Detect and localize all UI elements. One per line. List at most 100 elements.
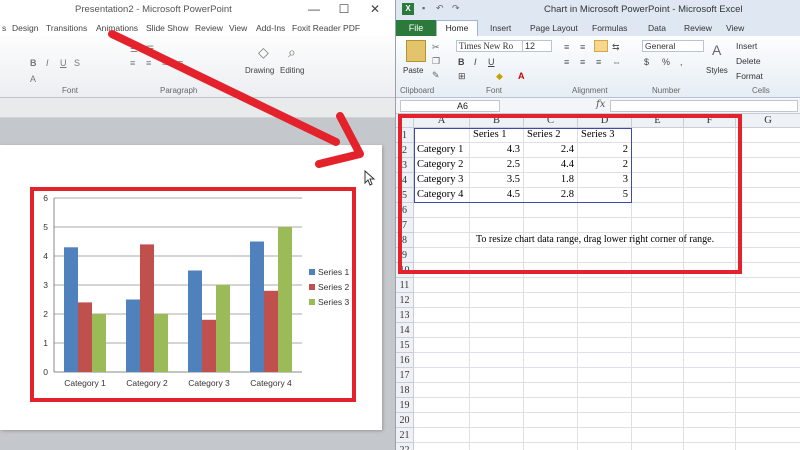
cell-a21[interactable]: [414, 428, 470, 443]
cell-d19[interactable]: [578, 398, 632, 413]
cell-g6[interactable]: [736, 203, 800, 218]
cell-b14[interactable]: [470, 323, 524, 338]
cell-d13[interactable]: [578, 308, 632, 323]
cell-f18[interactable]: [684, 383, 736, 398]
cell-g9[interactable]: [736, 248, 800, 263]
cell-d11[interactable]: [578, 278, 632, 293]
row-header-2[interactable]: 2: [396, 143, 414, 158]
cell-g5[interactable]: [736, 188, 800, 203]
cell-b21[interactable]: [470, 428, 524, 443]
currency-icon[interactable]: $: [644, 57, 649, 67]
cell-d22[interactable]: [578, 443, 632, 450]
cell-b20[interactable]: [470, 413, 524, 428]
column-header-g[interactable]: G: [736, 114, 800, 128]
cell-b19[interactable]: [470, 398, 524, 413]
cell-c9[interactable]: [524, 248, 578, 263]
chart-highlight-box[interactable]: 0 1 2 3 4 5 6 Category 1 Category 2 Category 3 Cat…: [30, 187, 356, 402]
cell-c6[interactable]: [524, 203, 578, 218]
cell-c14[interactable]: [524, 323, 578, 338]
cell-d20[interactable]: [578, 413, 632, 428]
cell-e14[interactable]: [632, 323, 684, 338]
cell-g12[interactable]: [736, 293, 800, 308]
cell-d10[interactable]: [578, 263, 632, 278]
cell-f22[interactable]: [684, 443, 736, 450]
cut-icon[interactable]: ✂: [432, 42, 440, 53]
align-left-icon[interactable]: ≡: [130, 58, 135, 68]
tab-review[interactable]: Review: [195, 23, 223, 33]
tab-home[interactable]: Home: [436, 20, 478, 36]
cell-g8[interactable]: [736, 233, 800, 248]
cell-c15[interactable]: [524, 338, 578, 353]
bullets-icon[interactable]: ☰: [130, 44, 138, 55]
minimize-icon[interactable]: —: [305, 2, 323, 16]
fill-color-icon[interactable]: ◆: [496, 71, 503, 82]
cell-g7[interactable]: [736, 218, 800, 233]
tab-review[interactable]: Review: [684, 23, 712, 33]
borders-icon[interactable]: ⊞: [458, 71, 466, 82]
underline-icon[interactable]: U: [60, 58, 67, 68]
cell-f7[interactable]: [684, 218, 736, 233]
editing-label[interactable]: Editing: [280, 66, 304, 75]
cell-c16[interactable]: [524, 353, 578, 368]
cell-a17[interactable]: [414, 368, 470, 383]
cell-b9[interactable]: [470, 248, 524, 263]
select-all-corner[interactable]: [396, 114, 414, 128]
row-header-3[interactable]: 3: [396, 158, 414, 173]
cell-a8[interactable]: [414, 233, 470, 248]
paste-label[interactable]: Paste: [403, 66, 423, 75]
row-header-16[interactable]: 16: [396, 353, 414, 368]
tab-slide-show[interactable]: Slide Show: [146, 23, 189, 33]
column-header-e[interactable]: E: [632, 114, 684, 128]
row-header-17[interactable]: 17: [396, 368, 414, 383]
cell-c13[interactable]: [524, 308, 578, 323]
cell-e9[interactable]: [632, 248, 684, 263]
cell-g17[interactable]: [736, 368, 800, 383]
row-header-1[interactable]: 1: [396, 128, 414, 143]
cell-b12[interactable]: [470, 293, 524, 308]
cell-e7[interactable]: [632, 218, 684, 233]
strikethrough-icon[interactable]: S: [74, 58, 80, 68]
fx-icon[interactable]: fx: [596, 99, 605, 110]
cell-b17[interactable]: [470, 368, 524, 383]
row-header-12[interactable]: 12: [396, 293, 414, 308]
cell-d15[interactable]: [578, 338, 632, 353]
tab-design[interactable]: Design: [12, 23, 38, 33]
row-header-5[interactable]: 5: [396, 188, 414, 203]
copy-icon[interactable]: ❐: [432, 56, 440, 67]
row-header-18[interactable]: 18: [396, 383, 414, 398]
cell-g20[interactable]: [736, 413, 800, 428]
cell-f1[interactable]: [684, 128, 736, 143]
cell-f17[interactable]: [684, 368, 736, 383]
cell-a6[interactable]: [414, 203, 470, 218]
cell-c22[interactable]: [524, 443, 578, 450]
format-painter-icon[interactable]: ✎: [432, 70, 440, 81]
underline-icon[interactable]: U: [488, 57, 495, 67]
cell-d16[interactable]: [578, 353, 632, 368]
column-header-f[interactable]: F: [684, 114, 736, 128]
cell-e3[interactable]: [632, 158, 684, 173]
cell-c17[interactable]: [524, 368, 578, 383]
cell-a11[interactable]: [414, 278, 470, 293]
tab-animations[interactable]: Animations: [96, 23, 138, 33]
cell-e2[interactable]: [632, 143, 684, 158]
bar-chart[interactable]: 0 1 2 3 4 5 6 Category 1 Category 2 Category 3 Cat…: [34, 191, 352, 398]
cell-b10[interactable]: [470, 263, 524, 278]
number-format-select[interactable]: General: [642, 40, 704, 52]
cell-a22[interactable]: [414, 443, 470, 450]
cell-a15[interactable]: [414, 338, 470, 353]
row-header-8[interactable]: 8: [396, 233, 414, 248]
row-header-13[interactable]: 13: [396, 308, 414, 323]
editing-find-icon[interactable]: ⌕: [288, 44, 296, 61]
row-header-20[interactable]: 20: [396, 413, 414, 428]
row-header-22[interactable]: 22: [396, 443, 414, 450]
cell-f6[interactable]: [684, 203, 736, 218]
cell-d6[interactable]: [578, 203, 632, 218]
formula-input[interactable]: [610, 100, 798, 112]
align-bottom-icon[interactable]: [594, 40, 608, 52]
numbering-icon[interactable]: ☰: [146, 44, 154, 55]
row-header-10[interactable]: 10: [396, 263, 414, 278]
cell-c10[interactable]: [524, 263, 578, 278]
tab-view[interactable]: View: [229, 23, 247, 33]
cell-g4[interactable]: [736, 173, 800, 188]
column-header-d[interactable]: D: [578, 114, 632, 128]
